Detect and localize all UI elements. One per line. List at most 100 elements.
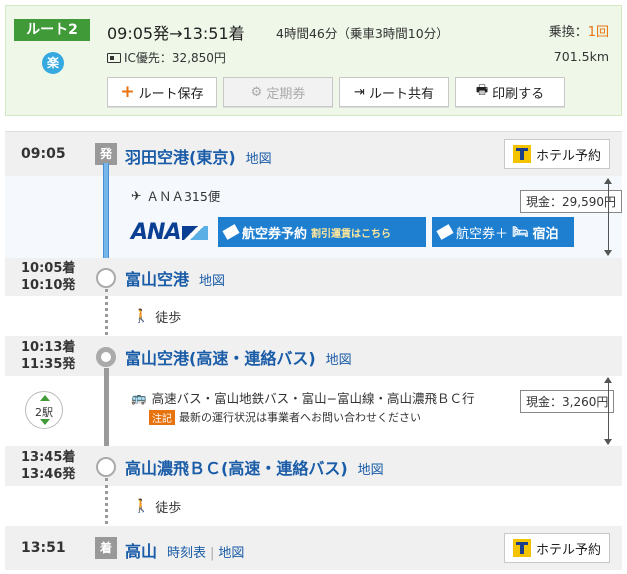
route-times: 09:05発→13:51着 xyxy=(107,24,245,43)
flight-line xyxy=(103,163,109,263)
hotel-reserve-button[interactable]: ホテル予約 xyxy=(503,139,610,169)
t-point-icon xyxy=(512,145,531,163)
map-link[interactable]: 地図 xyxy=(326,353,352,368)
chevron-down-icon xyxy=(40,419,50,425)
t-point-icon xyxy=(512,539,531,557)
stops-count-toggle[interactable]: 2駅 xyxy=(25,391,63,429)
flight-number: ＡＮＡ315便 xyxy=(146,189,221,204)
bus-icon: 🚌 xyxy=(131,389,147,405)
transfer-count: 乗換：1回 xyxy=(549,21,609,40)
arrival-departure-times: 10:05着 10:10発 xyxy=(21,260,75,294)
flight-booking-button[interactable]: 航空券予約 割引運賃はこちら xyxy=(218,217,426,247)
station-name: 高山濃飛ＢＣ(高速・連絡バス) 地図 xyxy=(125,455,384,479)
commuter-pass-icon: ⚙ xyxy=(250,84,263,100)
hotel-reserve-label: ホテル予約 xyxy=(535,542,601,558)
fare-line: IC優先：32,850円 xyxy=(107,49,226,66)
section-walk: 🚶 徒歩 xyxy=(5,296,622,336)
ticket-icon xyxy=(436,224,454,240)
flight-plus-label: 航空券＋ xyxy=(456,226,509,242)
flight-hotel-button[interactable]: 航空券＋ 🛏 宿泊 xyxy=(432,217,574,247)
ana-logo: ANA xyxy=(131,220,209,245)
bed-icon: 🛏 xyxy=(512,224,529,240)
station-row-arrival: 13:51 着 高山 時刻表 | 地図 ホテル予約 xyxy=(5,526,622,570)
route-number-badge: ルート2 xyxy=(14,19,90,41)
bus-stop-node xyxy=(96,347,116,367)
flight-booking-label: 航空券予約 xyxy=(242,226,308,242)
section-flight: ✈ ＡＮＡ315便 ANA 航空券予約 割引運賃はこちら 航空券＋ 🛏 宿泊 現… xyxy=(5,176,622,258)
flight-fare-box: 現金：29,590円 xyxy=(520,190,622,213)
station-node xyxy=(96,268,116,288)
ana-logo-text: ANA xyxy=(131,220,181,245)
lodging-label: 宿泊 xyxy=(532,226,559,242)
station-name: 富山空港(高速・連絡バス) 地図 xyxy=(125,345,352,369)
station-name: 羽田空港(東京) 地図 xyxy=(125,144,272,168)
arrival-time: 10:05着 xyxy=(21,261,76,276)
station-row-departure: 09:05 発 羽田空港(東京) 地図 ホテル予約 xyxy=(5,132,622,176)
departure-badge: 発 xyxy=(95,143,117,165)
arrival-time: 10:13着 xyxy=(21,340,76,355)
map-link[interactable]: 地図 xyxy=(199,274,225,289)
map-link[interactable]: 地図 xyxy=(246,152,272,167)
station-name: 高山 時刻表 | 地図 xyxy=(125,538,244,562)
ic-card-icon xyxy=(107,52,121,63)
share-route-label: ルート共有 xyxy=(368,86,434,102)
route-summary: ルート2 楽 09:05発→13:51着 4時間46分（乗車3時間10分） IC… xyxy=(5,5,622,116)
station-link-toyama-airport-bus[interactable]: 富山空港(高速・連絡バス) xyxy=(125,349,316,368)
arrival-departure-times: 10:13着 11:35発 xyxy=(21,339,75,373)
route-actions: + ルート保存 ⚙ 定期券 ⇥ ルート共有 🖶 印刷する xyxy=(107,77,565,107)
ana-stripe-icon xyxy=(182,226,209,240)
arrival-time: 13:45着 xyxy=(21,450,76,465)
stops-count-label: 2駅 xyxy=(35,406,53,419)
station-node xyxy=(96,457,116,477)
route-detail: 09:05 発 羽田空港(東京) 地図 ホテル予約 ✈ ＡＮＡ315便 ANA 航… xyxy=(5,131,622,571)
print-button[interactable]: 🖶 印刷する xyxy=(455,77,565,107)
walk-label: 徒歩 xyxy=(155,311,182,326)
departure-time: 09:05 xyxy=(21,146,66,162)
map-link[interactable]: 地図 xyxy=(218,546,244,561)
share-icon: ⇥ xyxy=(354,84,365,100)
ticket-icon xyxy=(222,224,240,240)
station-link-takayama-bc[interactable]: 高山濃飛ＢＣ(高速・連絡バス) xyxy=(125,459,348,478)
print-label: 印刷する xyxy=(492,86,545,102)
walking-icon: 🚶 xyxy=(133,499,150,514)
notice-text: 最新の運行状況は事業者へお問い合わせください xyxy=(179,411,421,424)
station-link-haneda[interactable]: 羽田空港(東京) xyxy=(125,148,236,167)
station-link-takayama[interactable]: 高山 xyxy=(125,542,157,561)
notice-tag: 注記 xyxy=(149,409,175,425)
walk-label: 徒歩 xyxy=(155,501,182,516)
walk-line xyxy=(105,289,108,341)
arrival-departure-times: 13:45着 13:46発 xyxy=(21,449,75,483)
discount-fare-label: 割引運賃はこちら xyxy=(311,228,392,240)
timetable-link[interactable]: 時刻表 xyxy=(167,546,206,561)
plus-icon: + xyxy=(120,81,135,102)
section-bus: 🚌 高速バス・富山地鉄バス・富山−富山線・高山濃飛ＢＣ行 注記 最新の運行状況は… xyxy=(5,376,622,446)
flight-service: ✈ ＡＮＡ315便 xyxy=(131,186,220,205)
map-link[interactable]: 地図 xyxy=(358,463,384,478)
transfer-label: 乗換： xyxy=(548,25,588,40)
hotel-reserve-button[interactable]: ホテル予約 xyxy=(503,533,610,563)
hotel-reserve-label: ホテル予約 xyxy=(535,148,601,164)
walk-line xyxy=(105,478,108,530)
bus-fare-box: 現金：3,260円 xyxy=(520,390,615,413)
section-walk: 🚶 徒歩 xyxy=(5,486,622,526)
save-route-button[interactable]: + ルート保存 xyxy=(107,77,217,107)
arrival-badge: 着 xyxy=(95,537,117,559)
fare-range-indicator xyxy=(604,377,618,445)
easy-route-icon: 楽 xyxy=(42,52,64,74)
route-duration: 4時間46分（乗車3時間10分） xyxy=(276,26,449,41)
fare-value: IC優先：32,850円 xyxy=(124,51,226,65)
walk-segment: 🚶 徒歩 xyxy=(133,497,181,516)
bus-line-name: 高速バス・富山地鉄バス・富山−富山線・高山濃飛ＢＣ行 xyxy=(151,391,475,406)
arrival-time: 13:51 xyxy=(21,540,66,556)
commuter-pass-button[interactable]: ⚙ 定期券 xyxy=(223,77,333,107)
departure-time: 11:35発 xyxy=(21,357,76,372)
printer-icon: 🖶 xyxy=(475,83,489,98)
station-name: 富山空港 地図 xyxy=(125,266,225,290)
airplane-icon: ✈ xyxy=(131,188,142,203)
fare-range-indicator xyxy=(604,178,618,256)
station-link-toyama-airport[interactable]: 富山空港 xyxy=(125,270,189,289)
departure-time: 10:10発 xyxy=(21,278,76,293)
route-distance: 701.5km xyxy=(553,49,609,64)
transfer-number: 1回 xyxy=(587,25,609,40)
share-route-button[interactable]: ⇥ ルート共有 xyxy=(339,77,449,107)
